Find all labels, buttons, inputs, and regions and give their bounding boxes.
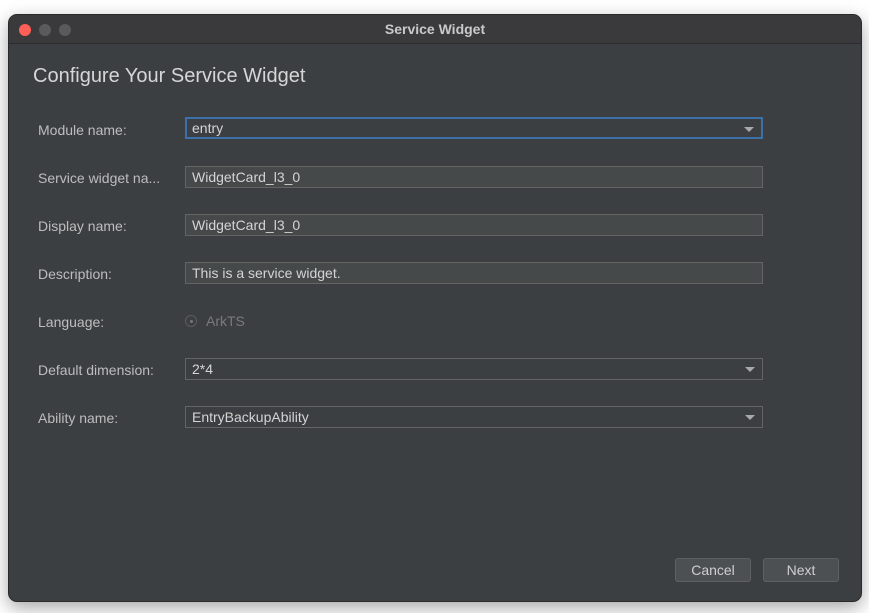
description-label: Description: xyxy=(38,266,112,282)
default-dimension-label: Default dimension: xyxy=(38,362,154,378)
language-option-label: ArkTS xyxy=(206,313,245,329)
ability-name-value: EntryBackupAbility xyxy=(192,409,309,425)
default-dimension-value: 2*4 xyxy=(192,361,214,377)
chevron-down-icon xyxy=(745,367,755,372)
description-value: This is a service widget. xyxy=(192,265,341,281)
chevron-down-icon xyxy=(744,127,754,132)
radio-icon xyxy=(185,315,197,327)
module-name-dropdown[interactable]: entry xyxy=(185,117,763,139)
service-widget-name-label: Service widget na... xyxy=(38,170,161,186)
service-widget-dialog: Service Widget Configure Your Service Wi… xyxy=(8,14,862,602)
title-bar: Service Widget xyxy=(9,15,861,44)
next-button[interactable]: Next xyxy=(763,558,839,582)
ability-name-dropdown[interactable]: EntryBackupAbility xyxy=(185,406,763,428)
display-name-field[interactable]: WidgetCard_l3_0 xyxy=(185,214,763,236)
display-name-value: WidgetCard_l3_0 xyxy=(192,217,301,233)
chevron-down-icon xyxy=(745,415,755,420)
language-label: Language: xyxy=(38,314,105,330)
display-name-label: Display name: xyxy=(38,218,127,234)
description-field[interactable]: This is a service widget. xyxy=(185,262,763,284)
module-name-label: Module name: xyxy=(38,122,127,138)
service-widget-name-value: WidgetCard_l3_0 xyxy=(192,169,301,185)
default-dimension-dropdown[interactable]: 2*4 xyxy=(185,358,763,380)
page-title: Configure Your Service Widget xyxy=(33,65,306,87)
ability-name-label: Ability name: xyxy=(38,410,119,426)
window-title: Service Widget xyxy=(384,21,486,37)
module-name-value: entry xyxy=(192,120,224,136)
service-widget-name-field[interactable]: WidgetCard_l3_0 xyxy=(185,166,763,188)
cancel-button[interactable]: Cancel xyxy=(675,558,751,582)
